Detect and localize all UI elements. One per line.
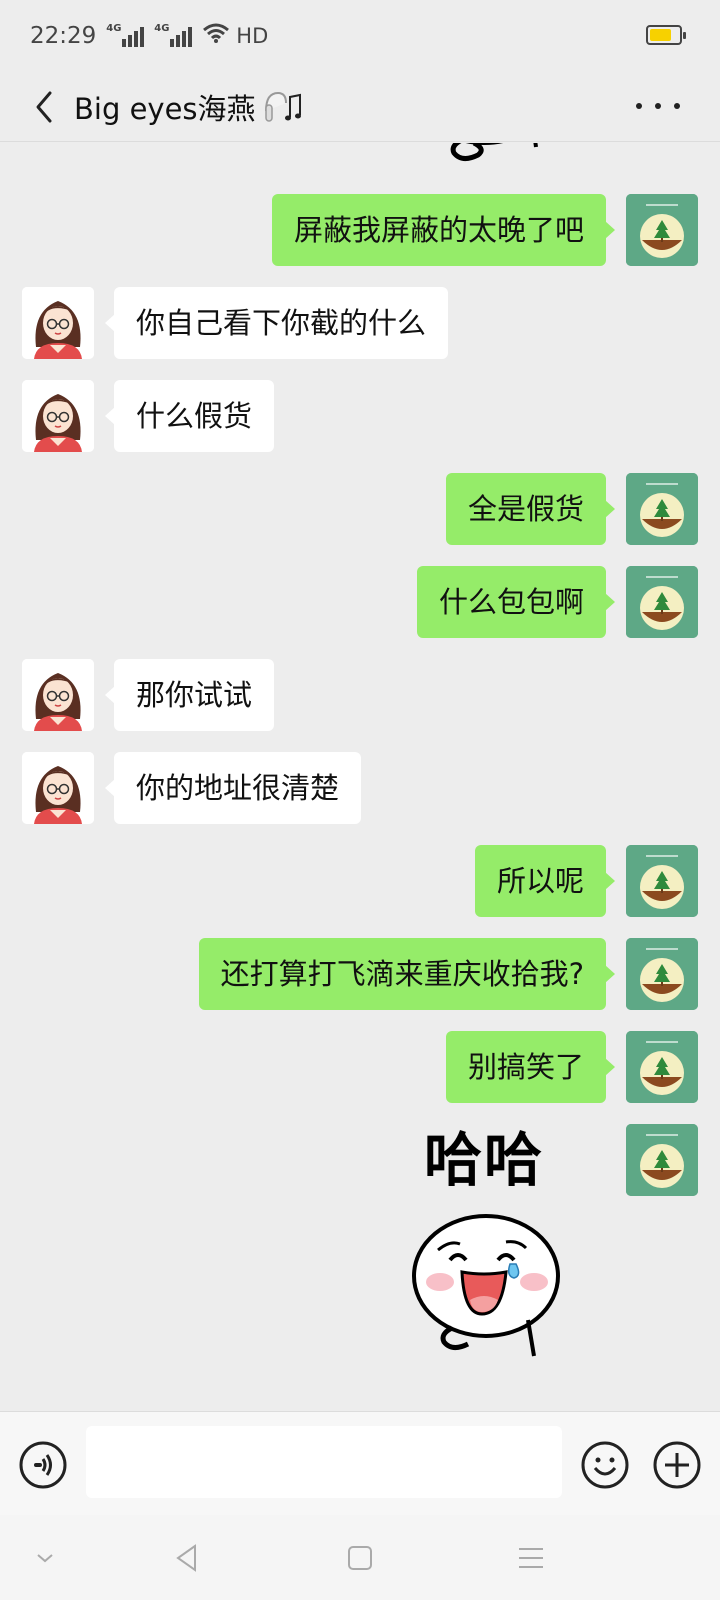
tree-avatar-icon [626, 938, 698, 1010]
message-bubble-sent[interactable]: 还打算打飞滴来重庆收拾我? [198, 938, 616, 1010]
message-bubble-sent[interactable]: 所以呢 [474, 845, 616, 917]
nav-menu-icon[interactable] [514, 1541, 548, 1575]
sticker-caption: 哈哈 [424, 1126, 545, 1194]
status-time: 22:29 [30, 23, 97, 49]
nav-back-icon[interactable] [170, 1541, 204, 1575]
contact-avatar[interactable] [22, 659, 94, 731]
message-row: 那你试试 [0, 659, 720, 731]
earphone-music-icon [260, 89, 302, 125]
more-dot [636, 103, 642, 109]
message-row: 屏蔽我屏蔽的太晚了吧 [0, 194, 720, 266]
smiley-icon [581, 1441, 629, 1489]
input-bar [0, 1411, 720, 1515]
contact-avatar[interactable] [22, 380, 94, 452]
hide-keyboard-icon[interactable] [28, 1541, 62, 1575]
my-avatar[interactable] [626, 1031, 698, 1103]
voice-button[interactable] [18, 1440, 68, 1490]
my-avatar[interactable] [626, 566, 698, 638]
battery-fill [650, 29, 671, 41]
message-bubble-sent[interactable]: 屏蔽我屏蔽的太晚了吧 [271, 194, 616, 266]
tree-avatar-icon [626, 473, 698, 545]
girl-avatar-icon [22, 380, 94, 452]
system-navigation-bar [0, 1515, 720, 1600]
contact-avatar[interactable] [22, 287, 94, 359]
chat-title: Big eyes海燕 [74, 86, 302, 128]
my-avatar[interactable] [626, 845, 698, 917]
battery-icon [646, 25, 686, 45]
tree-avatar-icon [626, 845, 698, 917]
back-button[interactable] [14, 77, 74, 137]
nav-home-icon[interactable] [343, 1541, 377, 1575]
message-bubble-sent[interactable]: 全是假货 [445, 473, 616, 545]
girl-avatar-icon [22, 752, 94, 824]
my-avatar[interactable] [626, 473, 698, 545]
tree-avatar-icon [626, 194, 698, 266]
partial-sticker-top [434, 143, 554, 173]
more-functions-button[interactable] [652, 1440, 702, 1490]
message-row: 什么包包啊 [0, 566, 720, 638]
message-row: 所以呢 [0, 845, 720, 917]
girl-avatar-icon [22, 287, 94, 359]
tree-avatar-icon [626, 1124, 698, 1196]
message-bubble-sent[interactable]: 什么包包啊 [416, 566, 616, 638]
my-avatar[interactable] [626, 1124, 698, 1196]
message-list[interactable]: 屏蔽我屏蔽的太晚了吧 你自己看下你截的什么 什么假货 全是假货 什么包包啊 那你… [0, 143, 720, 1411]
tree-avatar-icon [626, 1031, 698, 1103]
signal-icon: 4G [106, 23, 145, 47]
more-dot [674, 103, 680, 109]
message-bubble-received[interactable]: 什么假货 [104, 380, 275, 452]
message-row: 全是假货 [0, 473, 720, 545]
message-row: 别搞笑了 [0, 1031, 720, 1103]
status-bar: 22:29 4G 4G HD [0, 0, 720, 72]
emoji-button[interactable] [580, 1440, 630, 1490]
plus-circle-icon [653, 1441, 701, 1489]
message-bubble-received[interactable]: 你自己看下你截的什么 [104, 287, 449, 359]
signal-tag: 4G [106, 23, 122, 34]
message-bubble-received[interactable]: 那你试试 [104, 659, 275, 731]
message-row: 你的地址很清楚 [0, 752, 720, 824]
signal-tag-2: 4G [154, 23, 170, 34]
wifi-icon [202, 22, 230, 50]
chat-title-text: Big eyes海燕 [74, 91, 256, 126]
message-input[interactable] [86, 1426, 562, 1498]
laughing-crying-face-sticker[interactable] [410, 1210, 570, 1360]
message-bubble-received[interactable]: 你的地址很清楚 [104, 752, 362, 824]
contact-avatar[interactable] [22, 752, 94, 824]
message-row: 什么假货 [0, 380, 720, 452]
more-dot [655, 103, 661, 109]
more-button[interactable] [636, 94, 680, 118]
hd-indicator: HD [236, 24, 269, 48]
message-row: 你自己看下你截的什么 [0, 287, 720, 359]
girl-avatar-icon [22, 659, 94, 731]
voice-icon [19, 1441, 67, 1489]
tree-avatar-icon [626, 566, 698, 638]
signal-icon-2: 4G [154, 23, 193, 47]
message-bubble-sent[interactable]: 别搞笑了 [445, 1031, 616, 1103]
message-row: 哈哈 [0, 1124, 720, 1384]
chat-header: Big eyes海燕 [0, 72, 720, 142]
my-avatar[interactable] [626, 938, 698, 1010]
chevron-left-icon [36, 91, 52, 122]
my-avatar[interactable] [626, 194, 698, 266]
message-row: 还打算打飞滴来重庆收拾我? [0, 938, 720, 1010]
